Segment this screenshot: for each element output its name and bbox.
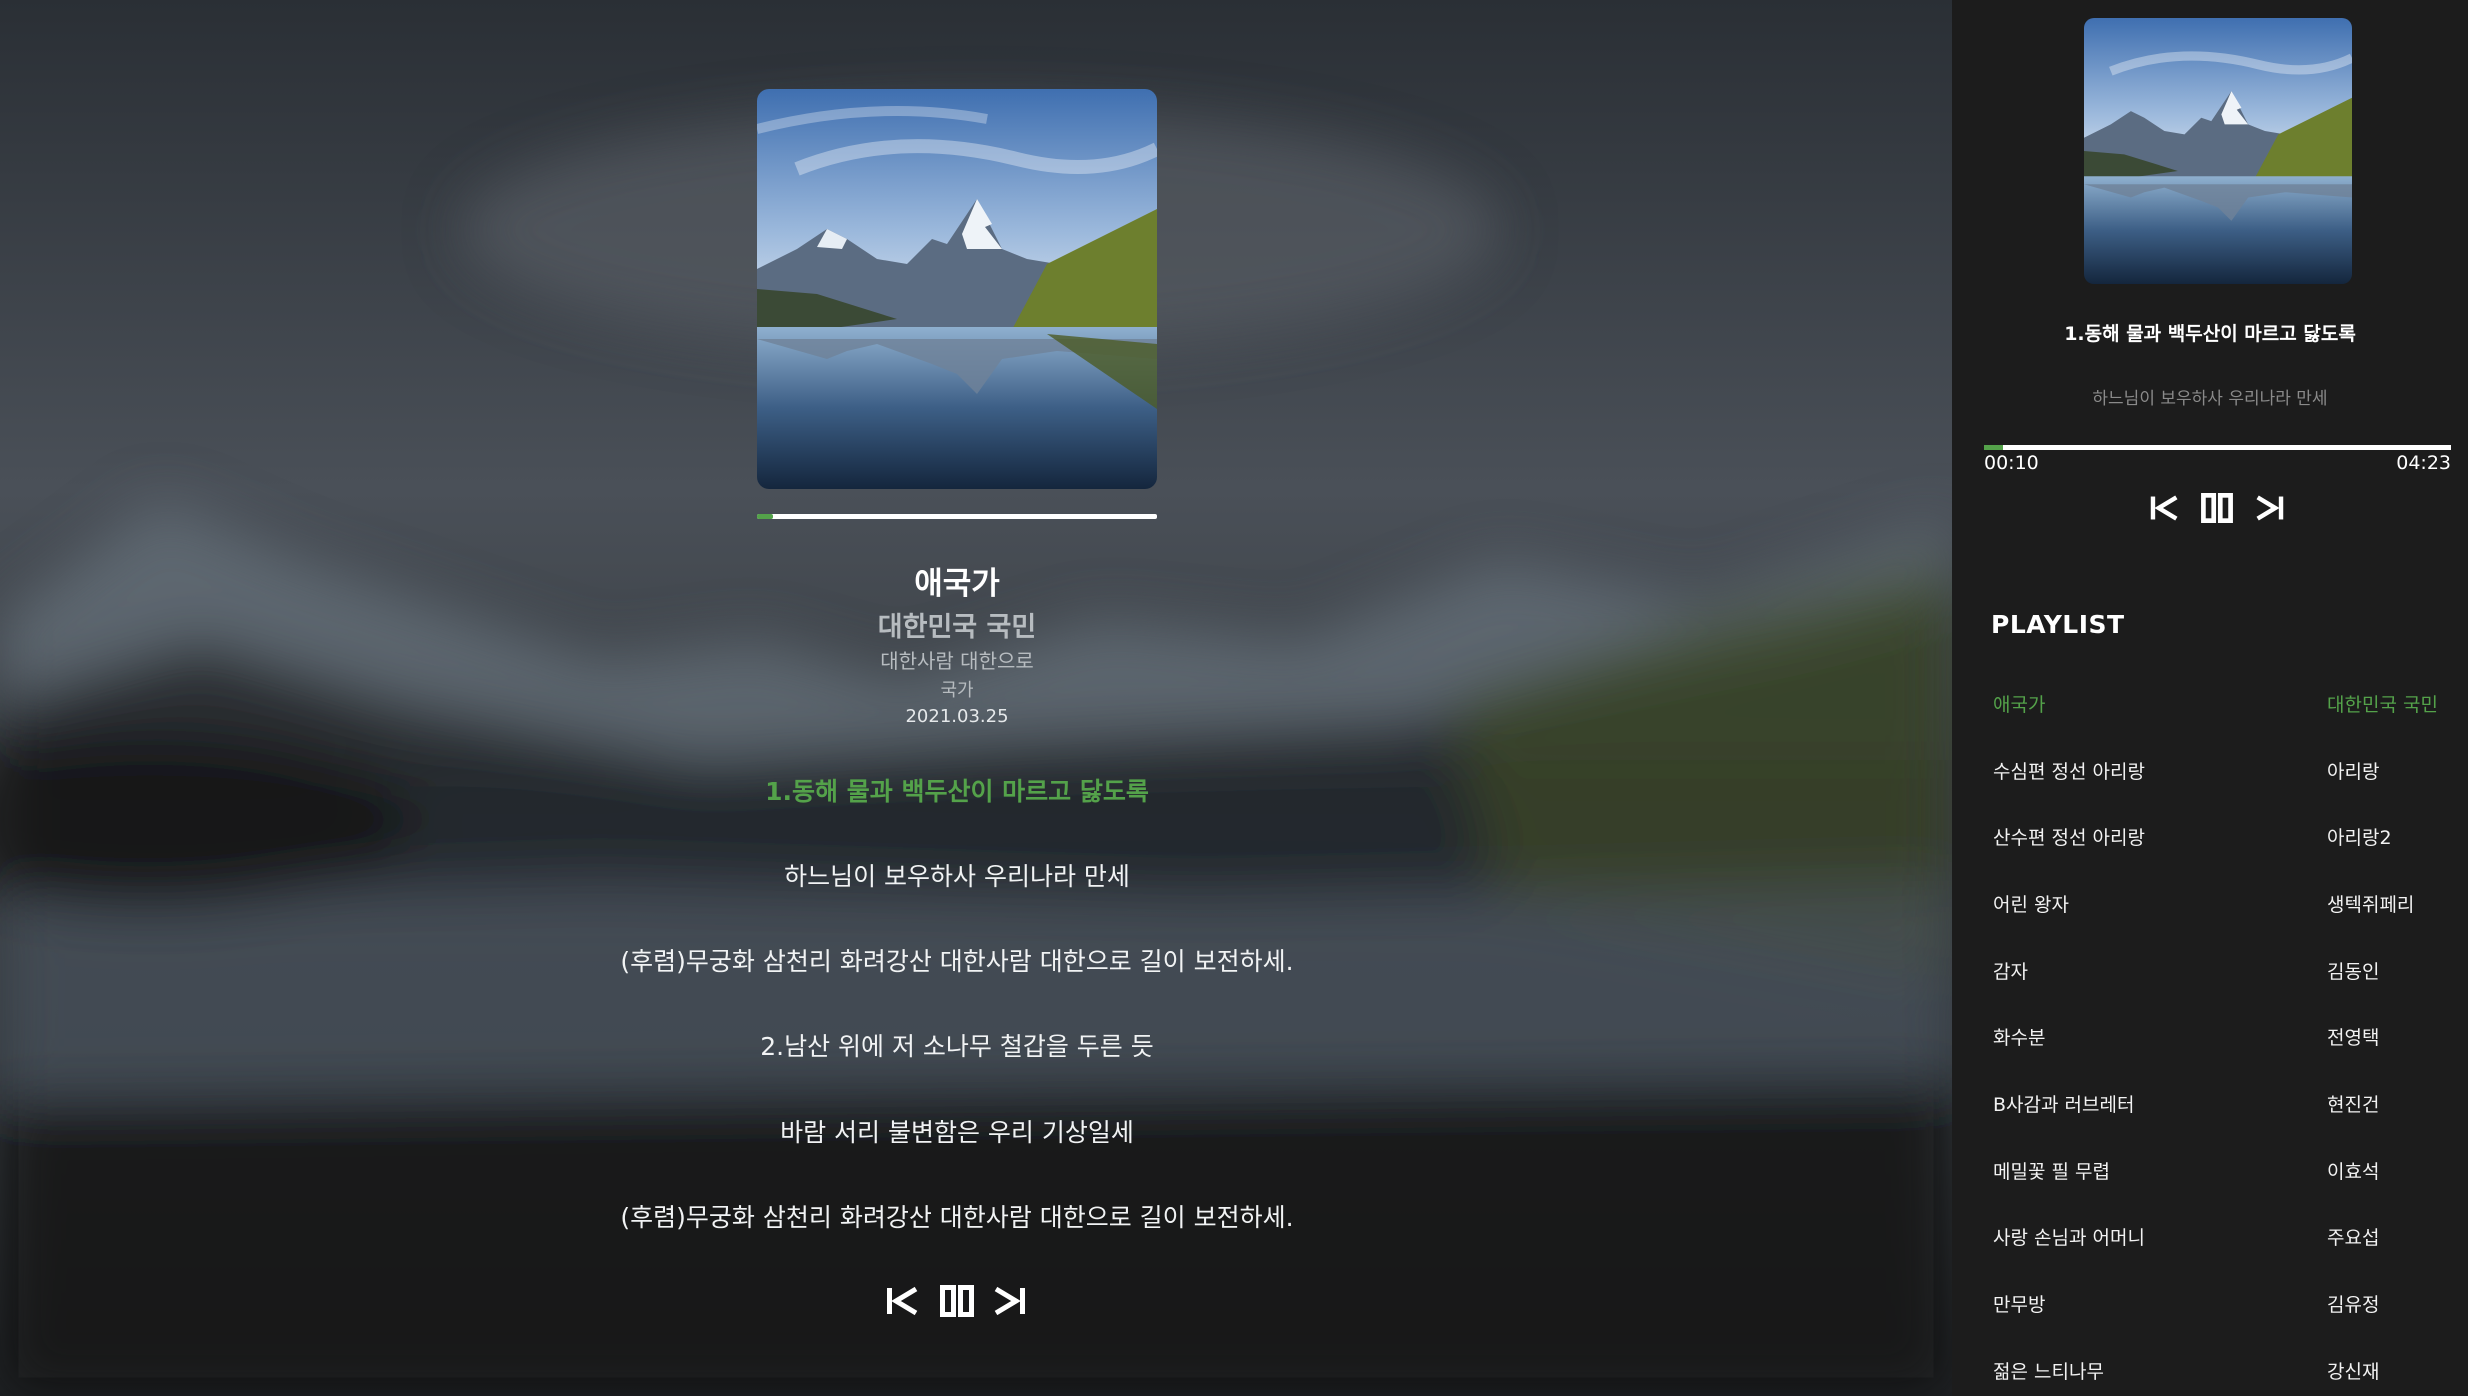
playlist-item-artist: 대한민국 국민 [2327, 694, 2438, 716]
playlist-item-title: 애국가 [1993, 694, 2046, 716]
lyric-line: 하느님이 보우하사 우리나라 만세 [784, 862, 1130, 891]
playlist-item-artist: 전영택 [2327, 1027, 2380, 1049]
playlist-item-title: B사감과 러브레터 [1993, 1094, 2135, 1116]
lyric-line: 바람 서리 불변함은 우리 기상일세 [780, 1118, 1134, 1147]
playlist-item[interactable]: 메밀꽃 필 무렵 이효석 [1952, 1145, 2468, 1195]
lyric-line: (후렴)무궁화 삼천리 화려강산 대한사람 대한으로 길이 보전하세. [620, 947, 1294, 976]
sidebar-album-cover [2084, 18, 2352, 284]
playlist-item-title: 감자 [1993, 961, 2028, 983]
playlist-item-artist: 강신재 [2327, 1361, 2380, 1383]
sidebar-previous-button[interactable] [2147, 491, 2181, 525]
next-button[interactable] [991, 1283, 1029, 1319]
sidebar-current-lyric: 1.동해 물과 백두산이 마르고 닳도록 [2064, 323, 2356, 345]
sidebar-panel: 1.동해 물과 백두산이 마르고 닳도록 하느님이 보우하사 우리나라 만세 0… [1952, 0, 2468, 1396]
lyric-line-active: 1.동해 물과 백두산이 마르고 닳도록 [765, 777, 1149, 806]
playlist-item[interactable]: 감자 김동인 [1952, 945, 2468, 995]
lyric-line: (후렴)무궁화 삼천리 화려강산 대한사람 대한으로 길이 보전하세. [620, 1203, 1294, 1232]
playlist-item[interactable]: 젊은 느티나무 강신재 [1952, 1345, 2468, 1395]
playlist-item-artist: 생텍쥐페리 [2327, 894, 2415, 916]
sidebar-next-button[interactable] [2253, 491, 2287, 525]
playlist-item-title: 산수편 정선 아리랑 [1993, 827, 2145, 849]
playlist-item-artist: 아리랑2 [2327, 827, 2392, 849]
playlist-item[interactable]: 수심편 정선 아리랑 아리랑 [1952, 745, 2468, 795]
pause-button[interactable] [938, 1283, 976, 1319]
track-artist: 대한민국 국민 [877, 612, 1037, 643]
skip-next-icon [2256, 495, 2284, 521]
previous-button[interactable] [883, 1283, 921, 1319]
lyric-line: 2.남산 위에 저 소나무 철갑을 두른 듯 [760, 1032, 1154, 1061]
total-time: 04:23 [2396, 452, 2451, 474]
playlist-item-title: 어린 왕자 [1993, 894, 2069, 916]
playlist-item-artist: 김동인 [2327, 961, 2380, 983]
sidebar-pause-button[interactable] [2200, 491, 2234, 525]
playlist-item[interactable]: 만무방 김유정 [1952, 1278, 2468, 1328]
playlist-item[interactable]: 어린 왕자 생텍쥐페리 [1952, 878, 2468, 928]
playlist-item-title: 수심편 정선 아리랑 [1993, 761, 2145, 783]
current-time: 00:10 [1984, 452, 2039, 474]
playlist-item-title: 젊은 느티나무 [1993, 1361, 2104, 1383]
track-genre: 국가 [940, 680, 974, 701]
track-title: 애국가 [914, 566, 1000, 602]
sidebar-next-lyric: 하느님이 보우하사 우리나라 만세 [2092, 389, 2328, 409]
pause-icon [2201, 493, 2233, 523]
skip-next-icon [994, 1286, 1025, 1316]
playlist-item[interactable]: B사감과 러브레터 현진건 [1952, 1078, 2468, 1128]
playlist-item-artist: 김유정 [2327, 1294, 2380, 1316]
track-release-date: 2021.03.25 [905, 706, 1009, 727]
pause-icon [940, 1285, 974, 1317]
album-cover [757, 89, 1157, 489]
sidebar-progress-fill [1984, 445, 2003, 450]
playlist-heading: PLAYLIST [1991, 610, 2125, 639]
now-playing-view: 애국가 대한민국 국민 대한사람 대한으로 국가 2021.03.25 1.동해… [0, 0, 1952, 1396]
playlist-item-title: 화수분 [1993, 1027, 2046, 1049]
playlist-item-artist: 이효석 [2327, 1161, 2380, 1183]
playlist-item-artist: 아리랑 [2327, 761, 2380, 783]
track-album: 대한사람 대한으로 [880, 649, 1034, 673]
playlist-item[interactable]: 사랑 손님과 어머니 주요섭 [1952, 1211, 2468, 1261]
skip-previous-icon [2150, 495, 2178, 521]
playlist-item-artist: 현진건 [2327, 1094, 2380, 1116]
main-progress-bar[interactable] [757, 514, 1157, 519]
skip-previous-icon [887, 1286, 918, 1316]
playlist-item[interactable]: 화수분 전영택 [1952, 1011, 2468, 1061]
playlist-item-title: 만무방 [1993, 1294, 2046, 1316]
playlist-item-artist: 주요섭 [2327, 1227, 2380, 1249]
playlist-item-title: 사랑 손님과 어머니 [1993, 1227, 2145, 1249]
main-progress-fill [757, 514, 773, 519]
playlist-item-active[interactable]: 애국가 대한민국 국민 [1952, 678, 2468, 728]
playlist-item[interactable]: 산수편 정선 아리랑 아리랑2 [1952, 811, 2468, 861]
playlist-item-title: 메밀꽃 필 무렵 [1993, 1161, 2110, 1183]
sidebar-progress-bar[interactable] [1984, 445, 2451, 450]
